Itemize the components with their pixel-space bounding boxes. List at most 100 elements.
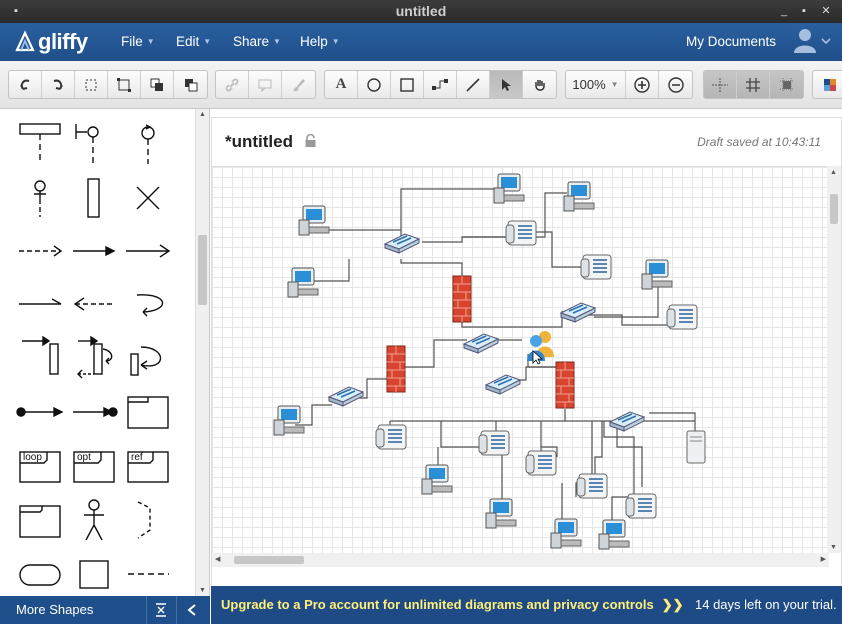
user-avatar-icon[interactable]	[792, 27, 831, 55]
gliffy-logo[interactable]: gliffy	[14, 28, 88, 56]
snap-guides-icon[interactable]	[704, 71, 737, 98]
more-shapes-button[interactable]: More Shapes	[16, 602, 93, 617]
scroll-left-icon[interactable]: ◀	[215, 555, 220, 563]
toolbar: A 100% ▼	[0, 61, 842, 109]
scroll-down-icon[interactable]: ▼	[830, 544, 837, 551]
menu-share[interactable]: Share ▼	[233, 34, 281, 49]
phone-node[interactable]	[478, 430, 510, 456]
pc-node[interactable]	[287, 267, 319, 298]
async-message-shape	[126, 244, 171, 258]
scroll-up-icon[interactable]: ▲	[199, 111, 206, 118]
found-message-shape	[16, 406, 64, 418]
canvas-horizontal-scrollbar[interactable]: ◀ ▶	[212, 553, 829, 567]
ref-label: ref	[131, 452, 143, 463]
snap-grid-icon[interactable]	[770, 71, 803, 98]
pc-node[interactable]	[641, 259, 673, 290]
pc-node[interactable]	[298, 205, 330, 236]
scroll-right-icon[interactable]: ▶	[821, 555, 826, 563]
loop-label: loop	[23, 452, 42, 463]
canvas-vertical-scrollbar[interactable]: ▲ ▼	[827, 166, 841, 553]
phone-node[interactable]	[625, 493, 657, 519]
maximize-icon[interactable]: ▪	[798, 5, 810, 17]
users-node[interactable]	[527, 331, 554, 365]
hub-node[interactable]	[609, 411, 645, 432]
hub-node[interactable]	[328, 386, 364, 407]
sidebar-scroll-thumb[interactable]	[198, 235, 207, 305]
canvas-vscroll-thumb[interactable]	[830, 194, 838, 224]
hub-node[interactable]	[384, 233, 420, 254]
pc-node[interactable]	[598, 519, 630, 550]
drawing-canvas[interactable]	[212, 166, 829, 553]
scroll-down-icon[interactable]: ▼	[199, 587, 206, 594]
phone-node[interactable]	[505, 220, 537, 246]
pc-node[interactable]	[563, 181, 595, 212]
pointer-tool-icon[interactable]	[490, 71, 523, 98]
lifeline-shape	[19, 123, 61, 164]
sidebar-footer: More Shapes	[0, 596, 210, 624]
lifeline-boundary-shape	[75, 124, 99, 164]
collapse-categories-icon[interactable]	[150, 599, 172, 621]
grid-toggle-icon[interactable]	[737, 71, 770, 98]
send-back-icon[interactable]	[174, 71, 207, 98]
link-icon[interactable]	[216, 71, 249, 98]
line-tool-icon[interactable]	[457, 71, 490, 98]
logo-text: gliffy	[38, 29, 88, 54]
redo-icon[interactable]	[42, 71, 75, 98]
gliffy-logo-icon	[15, 30, 35, 52]
group-icon[interactable]	[108, 71, 141, 98]
zoom-in-icon[interactable]	[626, 71, 659, 98]
style-brush-icon[interactable]	[282, 71, 315, 98]
canvas-hscroll-thumb[interactable]	[234, 556, 304, 564]
upgrade-banner: Upgrade to a Pro account for unlimited d…	[211, 586, 842, 624]
zoom-select[interactable]: 100% ▼	[566, 71, 626, 98]
minimize-icon[interactable]: _	[778, 5, 790, 17]
opt-label: opt	[77, 452, 91, 463]
zoom-out-icon[interactable]	[659, 71, 692, 98]
phone-node[interactable]	[666, 304, 698, 330]
pc-node[interactable]	[493, 173, 525, 204]
select-frame-icon[interactable]	[75, 71, 108, 98]
phone-node[interactable]	[576, 473, 608, 499]
close-icon[interactable]: ✕	[820, 5, 832, 17]
themes-icon[interactable]	[813, 71, 842, 98]
my-documents-link[interactable]: My Documents	[686, 34, 776, 49]
menu-edit[interactable]: Edit ▼	[176, 34, 211, 49]
server-node[interactable]	[686, 430, 706, 464]
lock-icon[interactable]	[304, 133, 317, 153]
collapse-sidebar-icon[interactable]	[181, 599, 203, 621]
save-status: Draft saved at 10:43:11	[697, 135, 821, 149]
firewall-node[interactable]	[386, 345, 406, 393]
firewall-node[interactable]	[452, 275, 472, 323]
pc-node[interactable]	[273, 405, 305, 436]
ellipse-tool-icon[interactable]	[358, 71, 391, 98]
pc-node[interactable]	[550, 518, 582, 549]
pc-node[interactable]	[421, 464, 453, 495]
pc-node[interactable]	[485, 498, 517, 529]
phone-node[interactable]	[525, 450, 557, 476]
undo-icon[interactable]	[9, 71, 42, 98]
pan-hand-icon[interactable]	[523, 71, 556, 98]
connector-tool-icon[interactable]	[424, 71, 457, 98]
hub-node[interactable]	[560, 302, 596, 323]
text-tool-icon[interactable]: A	[325, 71, 358, 98]
firewall-node[interactable]	[555, 361, 575, 409]
drawing-tools-group: A	[324, 70, 557, 99]
hub-node[interactable]	[485, 374, 521, 395]
hub-node[interactable]	[463, 333, 499, 354]
phone-node[interactable]	[580, 254, 612, 280]
zoom-value: 100%	[572, 77, 606, 92]
document-title[interactable]: *untitled	[225, 132, 317, 153]
upgrade-link[interactable]: Upgrade to a Pro account for unlimited d…	[221, 597, 684, 613]
phone-node[interactable]	[375, 424, 407, 450]
note-bracket-shape	[137, 501, 151, 539]
menu-help[interactable]: Help ▼	[300, 34, 340, 49]
rectangle-tool-icon[interactable]	[391, 71, 424, 98]
network-diagram	[273, 173, 706, 550]
menu-file[interactable]: File ▼	[121, 34, 155, 49]
bring-front-icon[interactable]	[141, 71, 174, 98]
sidebar-scrollbar[interactable]: ▲ ▼	[195, 109, 209, 596]
comment-icon[interactable]	[249, 71, 282, 98]
chevron-down-icon: ▼	[273, 37, 281, 46]
link-tools-group	[215, 70, 316, 99]
scroll-up-icon[interactable]: ▲	[830, 169, 837, 176]
